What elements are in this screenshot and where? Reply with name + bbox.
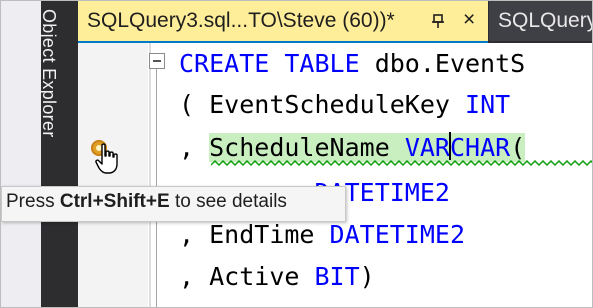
editor-window: Object Explorer SQLQuery3.sql...TO\Steve… — [0, 0, 593, 308]
code-line-1: CREATE TABLE dbo.EventS — [179, 49, 526, 78]
close-icon[interactable]: × — [463, 9, 475, 30]
editor-gutter — [78, 43, 148, 307]
tooltip-text: Press Ctrl+Shift+E to see details — [6, 191, 287, 212]
tooltip-shortcut: Ctrl+Shift+E — [59, 191, 170, 212]
tab-title: SQLQuery — [498, 9, 593, 32]
pin-icon[interactable] — [430, 13, 446, 29]
tab-title: SQLQuery3.sql...TO\Steve (60))* — [87, 9, 395, 32]
error-highlight: ScheduleName VARCHAR( — [209, 132, 526, 162]
left-toolbar-strip — [1, 1, 41, 307]
hand-cursor-icon — [95, 143, 118, 174]
error-squiggle — [211, 160, 592, 166]
code-editor[interactable]: CREATE TABLE dbo.EventS ( EventScheduleK… — [151, 43, 592, 307]
code-line-5: , EndTime DATETIME2 — [179, 220, 466, 249]
code-line-2: ( EventScheduleKey INT — [179, 90, 511, 119]
code-line-6: , Active BIT) — [179, 262, 375, 291]
object-explorer-label: Object Explorer — [39, 9, 59, 138]
tooltip: Press Ctrl+Shift+E to see details — [1, 186, 346, 222]
code-line-3: , ScheduleName VARCHAR( — [179, 132, 526, 162]
tab-sqlquery3[interactable]: SQLQuery3.sql...TO\Steve (60))* × — [78, 1, 488, 43]
tab-sqlquery-other[interactable]: SQLQuery — [489, 1, 593, 41]
